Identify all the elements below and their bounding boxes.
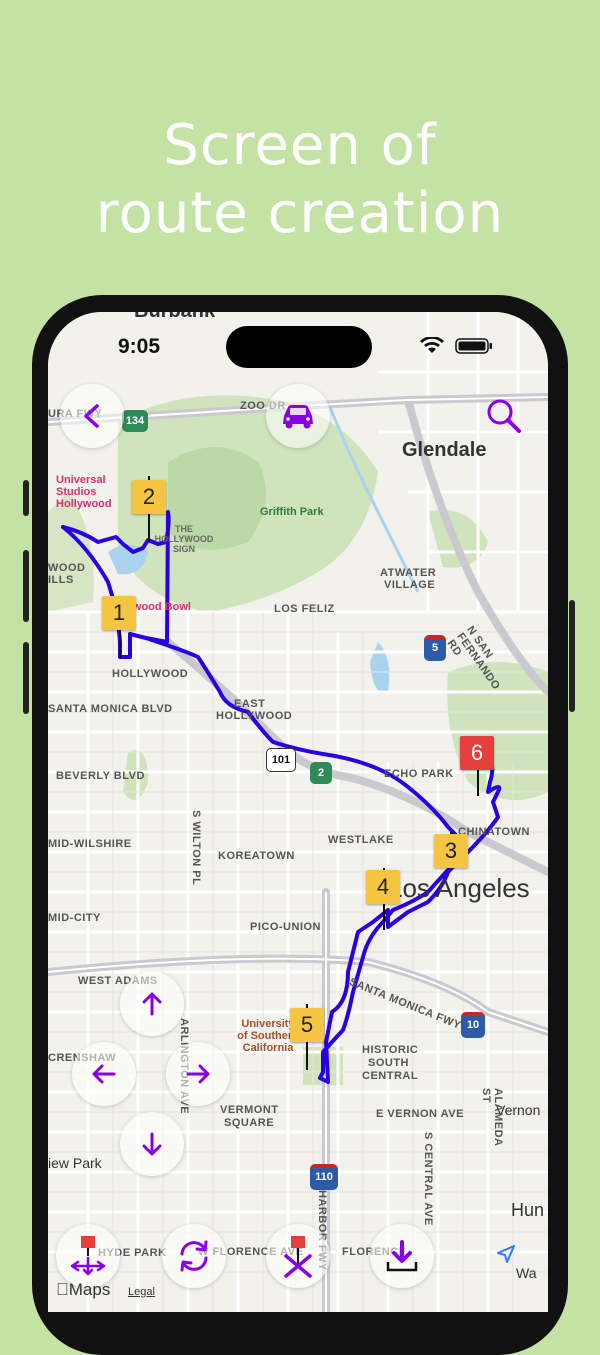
- side-button-volume-up: [23, 550, 29, 622]
- delete-point-icon: [284, 1236, 312, 1278]
- label-koreatown: KOREATOWN: [218, 850, 295, 862]
- waypoint-1[interactable]: 1: [102, 596, 136, 630]
- label-glendale: Glendale: [402, 439, 487, 461]
- battery-icon: [455, 338, 492, 354]
- legal-link[interactable]: Legal: [128, 1286, 155, 1298]
- label-los-feliz: LOS FELIZ: [274, 603, 335, 615]
- dynamic-island: [226, 326, 372, 368]
- pan-left-button[interactable]: [72, 1042, 136, 1106]
- pan-down-button[interactable]: [120, 1112, 184, 1176]
- shield-134: 134: [122, 410, 148, 432]
- arrow-right-icon: [186, 1064, 210, 1084]
- back-button[interactable]: [60, 384, 124, 448]
- label-hollywood-sign-3: SIGN: [172, 544, 195, 554]
- delete-point-button[interactable]: [266, 1224, 330, 1288]
- side-button-action: [23, 480, 29, 516]
- label-vermont-square-1: VERMONT: [220, 1104, 279, 1116]
- label-s-wilton-pl: S WILTON PL: [190, 810, 202, 886]
- label-wood: WOOD: [48, 562, 86, 574]
- label-beverly-blvd: BEVERLY BLVD: [56, 770, 145, 782]
- label-chinatown: CHINATOWN: [458, 826, 530, 838]
- location-arrow-icon: [497, 1245, 515, 1263]
- waypoint-4[interactable]: 4: [366, 870, 400, 904]
- chevron-left-icon: [84, 404, 99, 428]
- headline-line1: Screen of: [163, 113, 437, 178]
- reverse-route-icon: [180, 1240, 208, 1272]
- label-hsc-2: SOUTH: [368, 1057, 409, 1069]
- download-icon: [386, 1240, 418, 1272]
- shield-2: 2: [310, 762, 332, 784]
- magnifier-icon: [487, 399, 521, 433]
- app-screen: Burbank Glendale Los Angeles Vernon Hun …: [48, 312, 548, 1312]
- label-east-hollywood-2: HOLLYWOOD: [216, 710, 293, 722]
- headline-line2: route creation: [95, 181, 505, 246]
- label-atwater-2: VILLAGE: [384, 579, 436, 591]
- label-hsc-3: CENTRAL: [362, 1070, 419, 1082]
- label-e-vernon-ave: E VERNON AVE: [376, 1108, 464, 1120]
- label-hollywood: HOLLYWOOD: [112, 668, 189, 680]
- label-alameda-st: ALAMEDA ST: [480, 1088, 504, 1147]
- current-location-button[interactable]: [494, 1244, 516, 1271]
- label-hsc-1: HISTORIC: [362, 1044, 419, 1056]
- transport-mode-button[interactable]: [266, 384, 330, 448]
- label-atwater-1: ATWATER: [380, 567, 437, 579]
- car-icon: [283, 405, 313, 429]
- label-universal-3: Hollywood: [56, 498, 112, 510]
- move-point-icon: [70, 1236, 106, 1276]
- shield-5: 5: [424, 635, 446, 661]
- label-view-park: iew Park: [48, 1155, 102, 1171]
- shield-110: 110: [310, 1164, 338, 1190]
- label-universal-2: Studios: [56, 486, 97, 498]
- side-button-power: [569, 600, 575, 712]
- arrow-left-icon: [92, 1064, 116, 1084]
- arrow-down-icon: [142, 1132, 162, 1156]
- maps-attribution: Maps: [56, 1280, 110, 1300]
- label-mid-city: MID-CITY: [48, 912, 101, 924]
- label-los-angeles: Los Angeles: [388, 873, 530, 903]
- shield-10: 10: [461, 1012, 485, 1038]
- status-time: 9:05: [118, 335, 161, 358]
- shield-101: 101: [266, 748, 296, 772]
- side-button-volume-down: [23, 642, 29, 714]
- search-button[interactable]: [472, 384, 536, 448]
- apple-logo-icon: : [56, 1280, 69, 1299]
- label-westlake: WESTLAKE: [328, 834, 394, 846]
- label-echo-park: ECHO PARK: [384, 768, 454, 780]
- label-griffith-park: Griffith Park: [260, 506, 324, 518]
- download-button[interactable]: [370, 1224, 434, 1288]
- maps-logo-text: Maps: [56, 1280, 111, 1299]
- pan-right-button[interactable]: [166, 1042, 230, 1106]
- waypoint-2[interactable]: 2: [132, 480, 166, 514]
- label-vermont-square-2: SQUARE: [224, 1117, 275, 1129]
- label-walnut: Wa: [516, 1265, 537, 1281]
- waypoint-5[interactable]: 5: [290, 1008, 324, 1042]
- move-point-button[interactable]: [56, 1224, 120, 1288]
- wifi-icon: [420, 336, 444, 353]
- map-view[interactable]: [48, 312, 548, 1312]
- label-pico-union: PICO-UNION: [250, 921, 321, 933]
- status-icons: [420, 336, 504, 360]
- label-mid-wilshire: MID-WILSHIRE: [48, 838, 132, 850]
- label-ills: ILLS: [48, 574, 74, 586]
- waypoint-6[interactable]: 6: [460, 736, 494, 770]
- label-universal-1: Universal: [56, 474, 106, 486]
- label-east-hollywood-1: EAST: [234, 698, 266, 710]
- pan-up-button[interactable]: [120, 972, 184, 1036]
- label-burbank: Burbank: [134, 312, 215, 323]
- reverse-route-button[interactable]: [162, 1224, 226, 1288]
- label-s-central-ave: S CENTRAL AVE: [422, 1132, 434, 1226]
- label-santa-monica-blvd: SANTA MONICA BLVD: [48, 703, 173, 715]
- arrow-up-icon: [142, 992, 162, 1016]
- label-usc-3: California: [242, 1042, 294, 1054]
- label-huntington: Hun: [511, 1200, 545, 1220]
- waypoint-3[interactable]: 3: [434, 834, 468, 868]
